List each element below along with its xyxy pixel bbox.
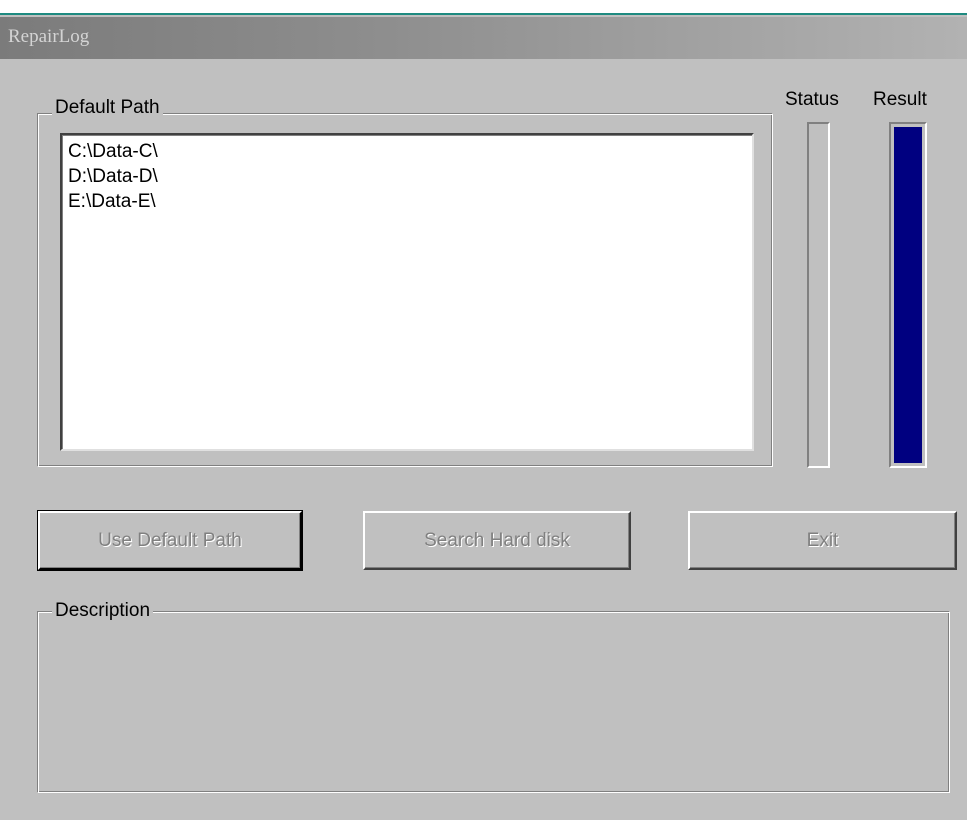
description-group (37, 611, 950, 793)
repairlog-window: RepairLog Default Path C:\Data-C\ D:\Dat… (0, 0, 967, 820)
list-item[interactable]: C:\Data-C\ (68, 139, 752, 164)
list-item[interactable]: E:\Data-E\ (68, 189, 752, 214)
search-hard-disk-button[interactable]: Search Hard disk (363, 511, 631, 570)
exit-button[interactable]: Exit (688, 511, 957, 570)
status-progress-bar (807, 122, 830, 468)
list-item[interactable]: D:\Data-D\ (68, 164, 752, 189)
result-progress-bar (889, 122, 927, 468)
description-group-label: Description (52, 600, 154, 622)
use-default-path-button[interactable]: Use Default Path (37, 510, 303, 571)
result-label: Result (873, 89, 927, 110)
default-path-group-label: Default Path (52, 97, 163, 119)
status-label: Status (785, 89, 839, 110)
title-bar[interactable]: RepairLog (0, 17, 967, 59)
result-progress-fill (894, 127, 922, 463)
default-path-listbox[interactable]: C:\Data-C\ D:\Data-D\ E:\Data-E\ (60, 133, 754, 451)
window-top-edge (0, 0, 967, 15)
window-title: RepairLog (8, 26, 90, 47)
